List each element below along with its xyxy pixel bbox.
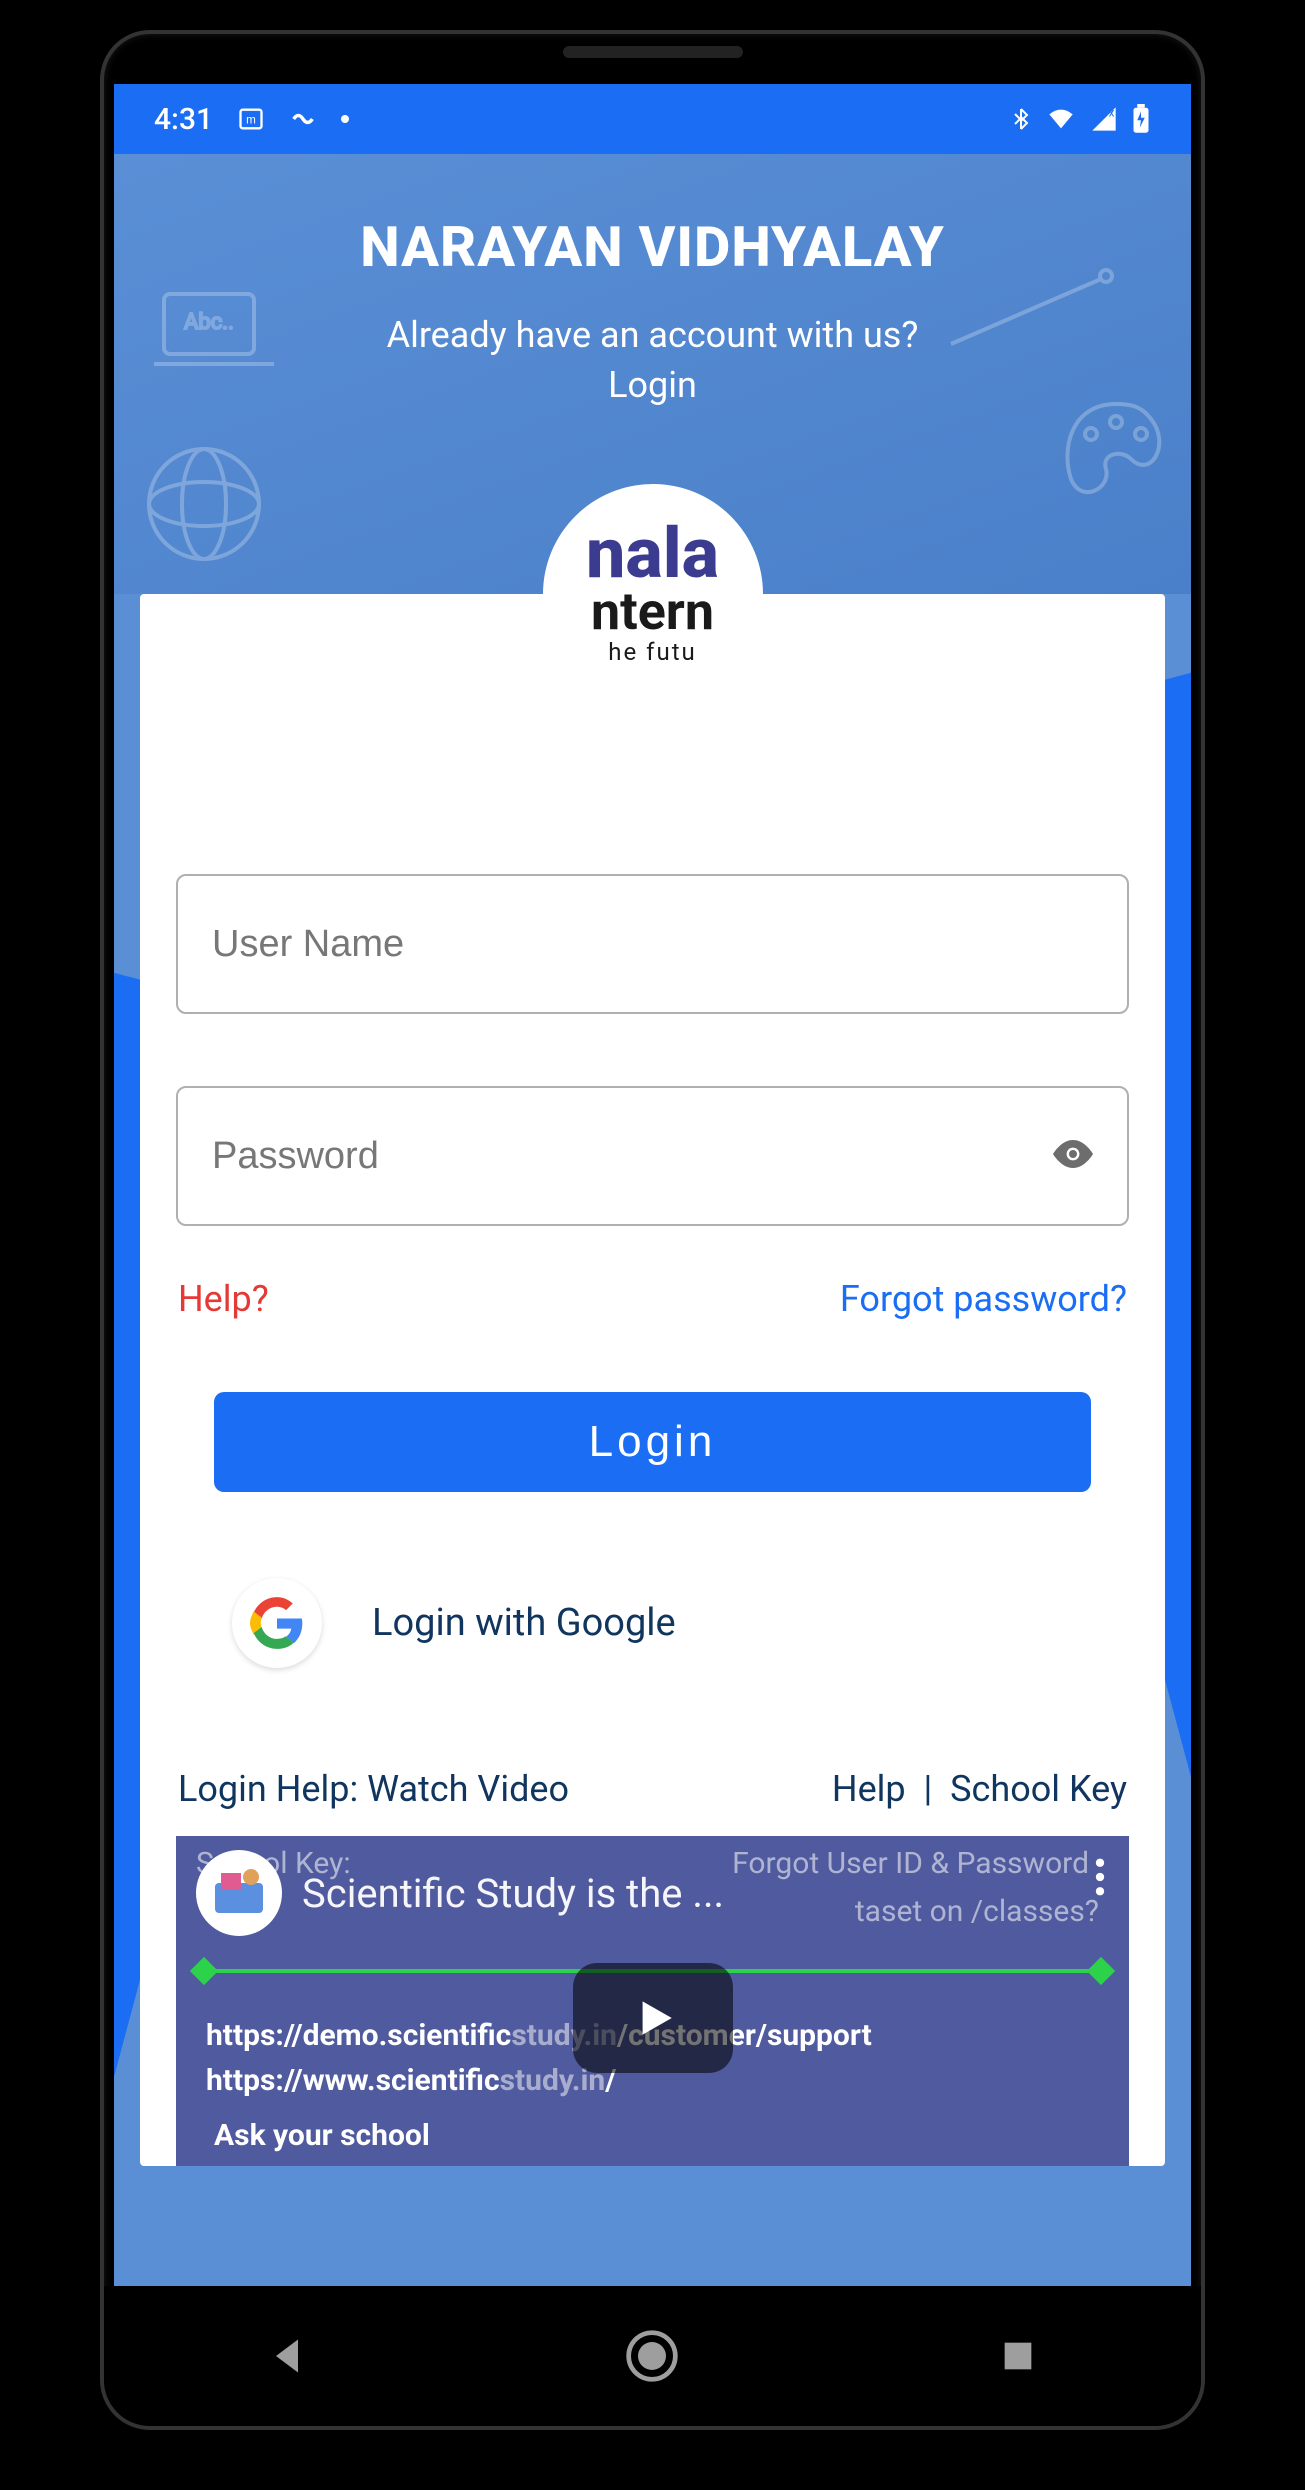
forgot-password-link[interactable]: Forgot password?: [840, 1278, 1127, 1320]
secondary-help-link[interactable]: Help: [832, 1768, 906, 1810]
android-nav-bar: [104, 2286, 1201, 2426]
help-link[interactable]: Help?: [178, 1278, 269, 1320]
doodle-palette-icon: [1051, 394, 1181, 514]
username-input[interactable]: [212, 923, 1093, 966]
login-button[interactable]: Login: [214, 1392, 1091, 1492]
nav-back-button[interactable]: [257, 2326, 317, 2386]
doodle-laptop-icon: Abc..: [144, 284, 284, 394]
video-menu-button[interactable]: [1095, 1858, 1105, 1900]
status-bar: 4:31 m x: [114, 84, 1191, 154]
subtitle-line-1: Already have an account with us?: [387, 314, 919, 356]
subtitle-line-2: Login: [608, 364, 697, 406]
svg-text:m: m: [246, 114, 256, 127]
vertical-dots-icon: [1095, 1858, 1105, 1896]
wifi-icon: [1045, 105, 1077, 133]
back-triangle-icon: [265, 2334, 309, 2378]
device-speaker: [563, 46, 743, 58]
battery-icon: [1131, 104, 1151, 134]
eye-icon: [1049, 1130, 1097, 1178]
doodle-globe-icon: [134, 434, 274, 574]
home-circle-icon: [624, 2328, 680, 2384]
header: Abc.. NARAYAN VIDHYALAY Already have an …: [114, 154, 1191, 594]
username-field-wrap[interactable]: [176, 874, 1129, 1014]
svg-text:x: x: [1109, 106, 1115, 120]
svg-text:Abc..: Abc..: [184, 310, 234, 335]
video-title: Scientific Study is the ...: [302, 1870, 724, 1917]
video-ask-text: Ask your school: [176, 2118, 1129, 2153]
password-input[interactable]: [212, 1135, 1093, 1178]
status-dot-icon: [341, 115, 349, 123]
logo-text-1: nala: [586, 523, 719, 586]
google-icon: [232, 1578, 322, 1668]
nav-recent-button[interactable]: [988, 2326, 1048, 2386]
nav-home-button[interactable]: [622, 2326, 682, 2386]
google-login-label: Login with Google: [372, 1601, 676, 1645]
school-logo: nala ntern he futu: [543, 484, 763, 704]
bluetooth-icon: [1009, 105, 1033, 133]
logo-text-3: he futu: [608, 638, 697, 666]
doodle-pen-icon: [931, 264, 1131, 364]
status-time: 4:31: [154, 102, 213, 137]
status-app-icon-2: [289, 105, 317, 133]
toggle-password-visibility-button[interactable]: [1049, 1130, 1097, 1182]
video-play-button[interactable]: [573, 1963, 733, 2073]
separator: |: [924, 1768, 933, 1810]
watch-video-link[interactable]: Login Help: Watch Video: [178, 1768, 569, 1810]
help-video-panel[interactable]: School Key: Forgot User ID & Password ta…: [176, 1836, 1129, 2166]
google-login-button[interactable]: Login with Google: [176, 1578, 1129, 1668]
password-field-wrap[interactable]: [176, 1086, 1129, 1226]
logo-text-2: ntern: [591, 586, 714, 638]
login-card: Help? Forgot password? Login Login with …: [140, 594, 1165, 2166]
video-channel-avatar: [196, 1850, 282, 1936]
status-app-icon-1: m: [237, 105, 265, 133]
signal-icon: x: [1089, 105, 1119, 133]
recent-square-icon: [998, 2336, 1038, 2376]
school-key-link[interactable]: School Key: [950, 1768, 1127, 1810]
play-icon: [628, 1993, 678, 2043]
